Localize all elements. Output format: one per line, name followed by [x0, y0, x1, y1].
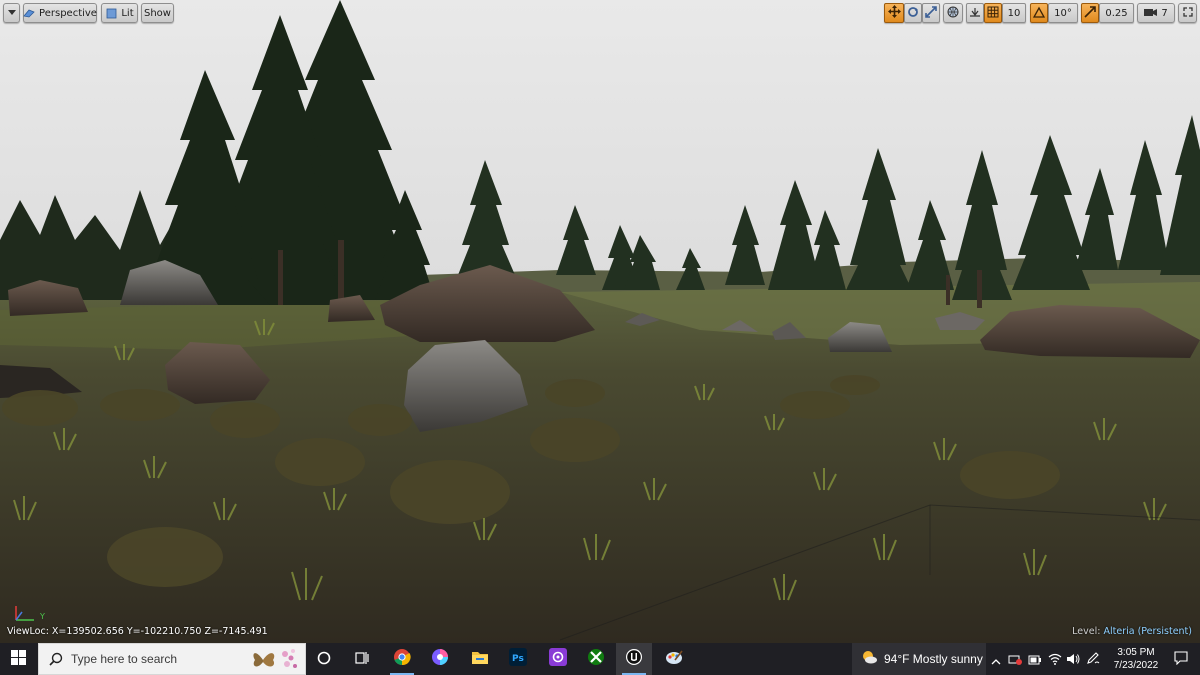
scale-snap-value-label: 0.25 — [1105, 7, 1128, 19]
camera-speed-label: 7 — [1161, 7, 1168, 19]
level-name: Alteria (Persistent) — [1103, 626, 1192, 637]
surface-snap-icon — [969, 6, 981, 21]
scale-snap-toggle[interactable] — [1081, 3, 1099, 23]
maximize-viewport-button[interactable] — [1178, 3, 1197, 23]
show-button[interactable]: Show — [141, 3, 174, 23]
scale-tool-button[interactable] — [922, 3, 940, 23]
grid-snap-value-label: 10 — [1007, 7, 1021, 19]
tray-battery-icon[interactable] — [1026, 643, 1044, 675]
taskbar-app-file-explorer[interactable] — [462, 643, 498, 675]
rotation-snap-toggle[interactable] — [1030, 3, 1048, 23]
lit-label: Lit — [121, 7, 134, 19]
globe-icon — [947, 6, 959, 21]
surface-snapping-button[interactable] — [966, 3, 984, 23]
taskbar-app-color[interactable] — [422, 643, 458, 675]
grid-snap-toggle[interactable] — [984, 3, 1002, 23]
pen-icon — [1086, 650, 1100, 669]
taskbar-search-box[interactable]: Type here to search — [38, 643, 306, 675]
lit-icon — [105, 7, 117, 19]
level-viewport[interactable]: Perspective Lit Show 10 10° 0.25 7 Y Vie… — [0, 0, 1200, 643]
rotate-tool-button[interactable] — [904, 3, 922, 23]
search-placeholder: Type here to search — [71, 652, 178, 666]
windows-taskbar: Type here to search Ps 94°F Mostly sunny… — [0, 643, 1200, 675]
search-highlight-butterfly-icon — [249, 646, 301, 675]
paint-palette-icon — [665, 648, 683, 670]
search-icon — [49, 652, 63, 666]
task-view-button[interactable] — [344, 643, 380, 675]
lit-button[interactable]: Lit — [101, 3, 138, 23]
chevron-up-icon — [991, 650, 1001, 669]
windows-icon — [10, 649, 26, 669]
weather-text: 94°F Mostly sunny — [884, 652, 983, 666]
tray-pen-icon[interactable] — [1084, 643, 1102, 675]
taskbar-app-xbox[interactable] — [578, 643, 614, 675]
scale-snap-value[interactable]: 0.25 — [1099, 3, 1134, 23]
perspective-label: Perspective — [39, 7, 97, 19]
tray-network-icon[interactable] — [1046, 643, 1064, 675]
level-info: Level: Alteria (Persistent) — [1072, 626, 1192, 637]
taskbar-app-chrome[interactable] — [384, 643, 420, 675]
scale-snap-icon — [1084, 5, 1096, 21]
speaker-icon — [1066, 650, 1080, 669]
grid-icon — [987, 6, 999, 21]
wifi-icon — [1048, 650, 1062, 669]
tray-security-icon[interactable] — [1006, 643, 1024, 675]
partly-sunny-icon — [860, 648, 878, 670]
camera-icon — [1144, 7, 1158, 20]
rotation-snap-value-label: 10° — [1054, 7, 1072, 19]
task-view-icon — [354, 650, 370, 669]
chrome-icon — [393, 648, 411, 670]
svg-text:Ps: Ps — [512, 654, 524, 664]
start-button[interactable] — [0, 643, 36, 675]
camera-speed-button[interactable]: 7 — [1137, 3, 1175, 23]
clock-date: 7/23/2022 — [1113, 660, 1159, 671]
level-prefix: Level: — [1072, 626, 1101, 637]
folder-icon — [471, 649, 489, 669]
angle-icon — [1032, 6, 1046, 21]
notification-icon — [1174, 650, 1188, 669]
chevron-down-icon — [7, 8, 16, 19]
battery-icon — [1028, 650, 1042, 669]
axis-y-label: Y — [40, 612, 45, 621]
translate-tool-button[interactable] — [884, 3, 904, 23]
rotation-snap-value[interactable]: 10° — [1048, 3, 1078, 23]
viewloc-readout: ViewLoc: X=139502.656 Y=-102210.750 Z=-7… — [7, 626, 268, 637]
perspective-icon — [23, 7, 35, 19]
taskbar-app-photoshop[interactable]: Ps — [500, 643, 536, 675]
scene-render — [0, 0, 1200, 643]
taskbar-clock[interactable]: 3:05 PM 7/23/2022 — [1106, 643, 1166, 675]
cortana-circle-icon — [317, 650, 331, 669]
tray-volume-icon[interactable] — [1064, 643, 1082, 675]
taskbar-app-paint[interactable] — [656, 643, 692, 675]
show-label: Show — [144, 7, 171, 19]
photoshop-icon: Ps — [509, 648, 527, 670]
shield-warning-icon — [1008, 650, 1022, 669]
show-hidden-icons-button[interactable] — [988, 643, 1004, 675]
unreal-engine-icon — [625, 648, 643, 670]
color-wheel-icon — [431, 648, 449, 670]
clock-time: 3:05 PM — [1117, 647, 1155, 658]
grid-snap-value[interactable]: 10 — [1002, 3, 1026, 23]
move-icon — [887, 5, 901, 21]
maximize-icon — [1182, 6, 1193, 20]
rotate-icon — [907, 6, 919, 21]
notification-center-button[interactable] — [1166, 643, 1196, 675]
scale-icon — [925, 5, 937, 21]
cortana-button[interactable] — [306, 643, 342, 675]
viewport-options-dropdown[interactable] — [3, 3, 20, 23]
taskbar-app-creative-cloud[interactable] — [540, 643, 576, 675]
xbox-icon — [587, 648, 605, 670]
axis-gizmo: Y — [10, 600, 50, 624]
taskbar-app-unreal-engine[interactable] — [616, 643, 652, 675]
weather-widget[interactable]: 94°F Mostly sunny — [852, 643, 986, 675]
perspective-button[interactable]: Perspective — [23, 3, 97, 23]
world-local-toggle[interactable] — [943, 3, 963, 23]
creative-cloud-icon — [549, 648, 567, 670]
